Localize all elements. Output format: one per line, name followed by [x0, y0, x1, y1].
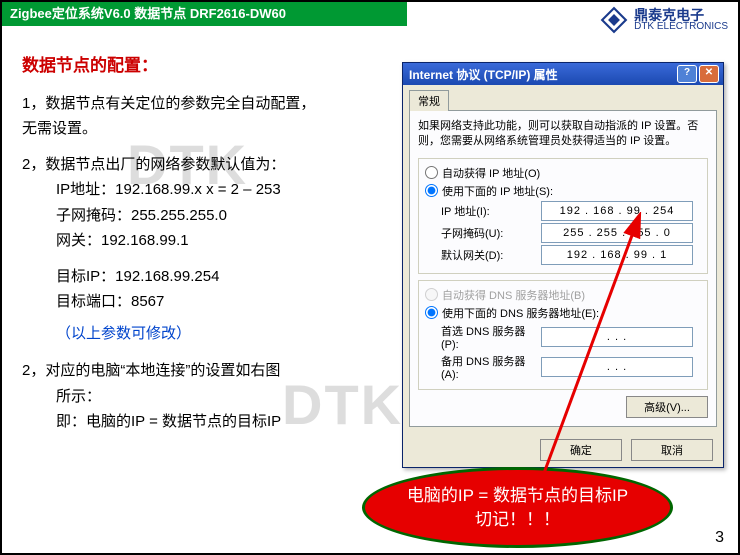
logo: 鼎泰克电子 DTK ELECTRONICS	[600, 6, 728, 34]
close-icon[interactable]: ✕	[699, 65, 719, 83]
radio-auto-dns	[425, 288, 438, 301]
ip-line: IP地址：192.168.99.x x = 2 – 253	[22, 177, 382, 203]
section-title: 数据节点的配置：	[22, 52, 382, 81]
row-dns2: 备用 DNS 服务器(A): . . .	[425, 353, 701, 381]
callout-line2: 切记！！！	[365, 508, 670, 532]
logo-icon	[600, 6, 628, 34]
input-gw[interactable]: 192 . 168 . 99 . 1	[541, 245, 693, 265]
dialog-desc: 如果网络支持此功能，则可以获取自动指派的 IP 设置。否则，您需要从网络系统管理…	[418, 119, 708, 150]
ok-button[interactable]: 确定	[540, 439, 622, 461]
lbl-dns2: 备用 DNS 服务器(A):	[425, 353, 541, 381]
input-dns2[interactable]: . . .	[541, 357, 693, 377]
dialog-buttons: 确定 取消	[403, 433, 723, 467]
lbl-mask: 子网掩码(U):	[425, 225, 541, 241]
left-column: 数据节点的配置： 1，数据节点有关定位的参数完全自动配置， 无需设置。 2，数据…	[22, 52, 382, 435]
logo-cn: 鼎泰克电子	[634, 8, 728, 22]
tcpip-dialog: Internet 协议 (TCP/IP) 属性 ? ✕ 常规 如果网络支持此功能…	[402, 62, 724, 468]
callout-bubble: 电脑的IP = 数据节点的目标IP 切记！！！	[362, 467, 673, 548]
logo-en: DTK ELECTRONICS	[634, 22, 728, 32]
callout-line1: 电脑的IP = 数据节点的目标IP	[365, 484, 670, 508]
row-mask: 子网掩码(U): 255 . 255 . 255 . 0	[425, 223, 701, 243]
radio-auto-ip[interactable]	[425, 166, 438, 179]
lbl-gw: 默认网关(D):	[425, 247, 541, 263]
para-2: 2，数据节点出厂的网络参数默认值为：	[22, 152, 382, 178]
input-dns1[interactable]: . . .	[541, 327, 693, 347]
header-title: Zigbee定位系统V6.0 数据节点 DRF2616-DW60	[10, 6, 286, 21]
target-port: 目标端口：8567	[22, 289, 382, 315]
lbl-ip: IP 地址(I):	[425, 203, 541, 219]
para-3a: 2，对应的电脑“本地连接”的设置如右图	[22, 358, 382, 384]
opt-auto-ip[interactable]: 自动获得 IP 地址(O)	[425, 165, 701, 181]
cancel-button[interactable]: 取消	[631, 439, 713, 461]
target-ip: 目标IP：192.168.99.254	[22, 264, 382, 290]
input-mask[interactable]: 255 . 255 . 255 . 0	[541, 223, 693, 243]
advanced-button[interactable]: 高级(V)...	[626, 396, 708, 418]
opt-use-dns[interactable]: 使用下面的 DNS 服务器地址(E):	[425, 305, 701, 321]
help-icon[interactable]: ?	[677, 65, 697, 83]
para-1a: 1，数据节点有关定位的参数完全自动配置，	[22, 91, 382, 117]
para-3b: 所示：	[22, 384, 382, 410]
radio-use-dns[interactable]	[425, 306, 438, 319]
gw-line: 网关：192.168.99.1	[22, 228, 382, 254]
tab-body: 如果网络支持此功能，则可以获取自动指派的 IP 设置。否则，您需要从网络系统管理…	[409, 110, 717, 427]
opt-auto-dns: 自动获得 DNS 服务器地址(B)	[425, 287, 701, 303]
row-gw: 默认网关(D): 192 . 168 . 99 . 1	[425, 245, 701, 265]
dialog-title: Internet 协议 (TCP/IP) 属性	[407, 66, 675, 83]
page-number: 3	[715, 529, 724, 547]
content-area: DTK DTK 数据节点的配置： 1，数据节点有关定位的参数完全自动配置， 无需…	[2, 32, 738, 553]
para-1b: 无需设置。	[22, 116, 382, 142]
tab-general[interactable]: 常规	[409, 90, 449, 111]
para-3c: 即：电脑的IP = 数据节点的目标IP	[22, 409, 382, 435]
radio-use-ip[interactable]	[425, 184, 438, 197]
lbl-dns1: 首选 DNS 服务器(P):	[425, 323, 541, 351]
dns-fieldset: 自动获得 DNS 服务器地址(B) 使用下面的 DNS 服务器地址(E): 首选…	[418, 280, 708, 390]
dialog-titlebar: Internet 协议 (TCP/IP) 属性 ? ✕	[403, 63, 723, 85]
opt-use-ip[interactable]: 使用下面的 IP 地址(S):	[425, 183, 701, 199]
input-ip[interactable]: 192 . 168 . 99 . 254	[541, 201, 693, 221]
tab-row: 常规	[403, 85, 723, 110]
note: （以上参数可修改）	[22, 321, 382, 347]
ip-fieldset: 自动获得 IP 地址(O) 使用下面的 IP 地址(S): IP 地址(I): …	[418, 158, 708, 274]
row-dns1: 首选 DNS 服务器(P): . . .	[425, 323, 701, 351]
row-ip: IP 地址(I): 192 . 168 . 99 . 254	[425, 201, 701, 221]
mask-line: 子网掩码：255.255.255.0	[22, 203, 382, 229]
slide: Zigbee定位系统V6.0 数据节点 DRF2616-DW60 鼎泰克电子 D…	[0, 0, 740, 555]
